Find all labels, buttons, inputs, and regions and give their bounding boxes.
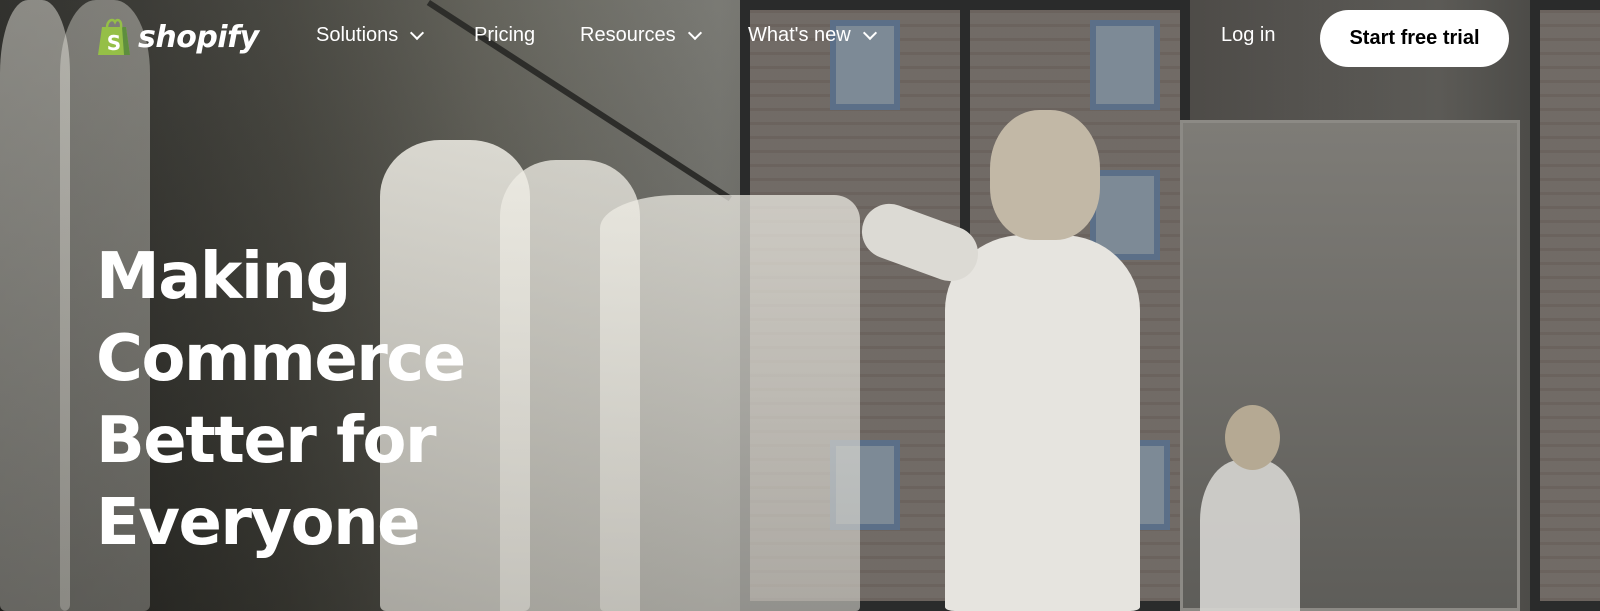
woman-figure-head xyxy=(990,110,1100,240)
shopping-bag-icon: S xyxy=(96,17,132,57)
top-navigation: S shopify Solutions Pricing Resources Wh… xyxy=(0,0,1600,76)
svg-text:S: S xyxy=(107,31,121,55)
dress xyxy=(600,195,860,611)
mirror-reflection xyxy=(1200,460,1300,611)
mirror-reflection-head xyxy=(1225,405,1280,470)
nav-whats-new[interactable]: What's new xyxy=(748,24,877,47)
headline-line: Better for xyxy=(96,404,436,478)
headline-line: Commerce xyxy=(96,322,466,396)
login-link[interactable]: Log in xyxy=(1221,24,1276,47)
chevron-down-icon xyxy=(687,25,702,40)
headline-line: Making xyxy=(96,240,351,314)
nav-whats-new-label: What's new xyxy=(748,24,851,46)
nav-resources-label: Resources xyxy=(580,24,676,46)
chevron-down-icon xyxy=(410,25,425,40)
hero-headline: Making Commerce Better for Everyone xyxy=(96,236,466,564)
chevron-down-icon xyxy=(862,25,877,40)
nav-resources[interactable]: Resources xyxy=(580,24,702,47)
start-free-trial-button[interactable]: Start free trial xyxy=(1320,10,1509,67)
nav-pricing[interactable]: Pricing xyxy=(474,24,535,47)
headline-line: Everyone xyxy=(96,486,421,560)
shopify-logo[interactable]: S shopify xyxy=(96,14,259,60)
nav-solutions[interactable]: Solutions xyxy=(316,24,425,47)
nav-solutions-label: Solutions xyxy=(316,24,399,46)
woman-figure xyxy=(945,235,1140,611)
logo-wordmark: shopify xyxy=(138,19,259,55)
window-right xyxy=(1530,0,1600,611)
nav-pricing-label: Pricing xyxy=(474,24,536,46)
